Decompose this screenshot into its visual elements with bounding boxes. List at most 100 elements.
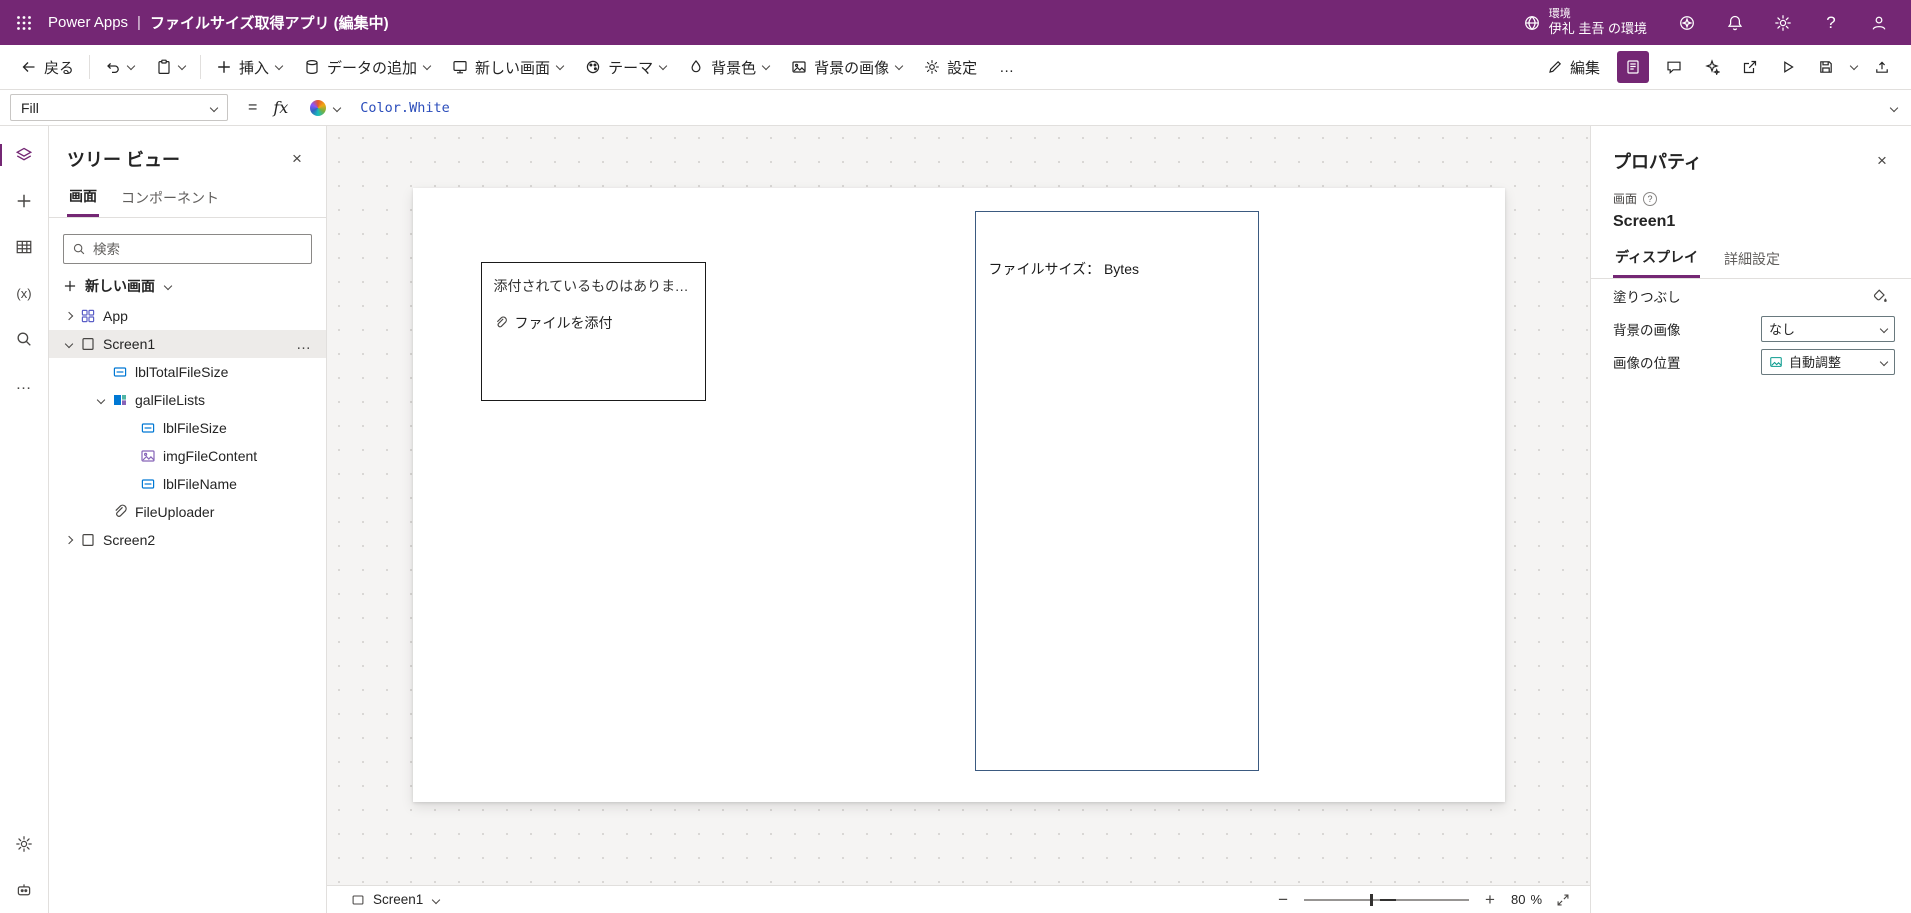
rail-search-button[interactable] [0,316,49,362]
variables-icon: (x) [16,285,32,301]
tree-new-screen-button[interactable]: 新しい画面 [63,276,312,296]
publish-icon [1876,61,1888,73]
save-button[interactable] [1807,49,1845,85]
properties-close-button[interactable]: × [1869,148,1895,174]
tree-item-imgfilecontent[interactable]: imgFileContent [49,442,326,470]
add-data-button[interactable]: データの追加 [293,49,441,85]
fullscreen-button[interactable] [1556,893,1570,907]
rail-tree-view-button[interactable] [0,132,49,178]
chevron-down-icon [1849,61,1859,71]
tab-components[interactable]: コンポーネント [119,186,221,217]
screen-selector-label: Screen1 [373,892,424,907]
background-image-select[interactable]: なし [1761,315,1895,342]
chevron-down-icon [432,895,441,904]
chevron-down-icon[interactable] [96,395,106,405]
paperclip-icon [115,504,127,517]
zoom-slider-handle[interactable] [1370,893,1374,906]
account-button[interactable] [1857,0,1901,45]
chevron-down-icon [1879,357,1889,366]
chevron-down-icon [163,281,173,291]
fill-color-button[interactable] [1865,283,1895,309]
plus-icon [64,280,76,292]
property-select[interactable]: Fill [10,94,228,121]
publish-button[interactable] [1863,49,1901,85]
theme-button[interactable]: テーマ [574,49,677,85]
insert-label: 挿入 [239,59,270,77]
insert-button[interactable]: 挿入 [205,49,293,85]
minus-icon: − [1278,889,1289,909]
environment-picker[interactable]: 環境 伊礼 圭吾 の環境 [1509,0,1661,45]
person-icon [1872,16,1886,30]
tree-item-label: imgFileContent [163,448,258,464]
rail-variables-button[interactable]: (x) [0,270,49,316]
attachment-empty-text: 添付されているものはありませ... [493,278,693,294]
pencil-icon [1549,60,1562,73]
edit-label: 編集 [1569,59,1600,77]
paste-button[interactable] [145,49,196,85]
tree-item-fileuploader[interactable]: FileUploader [49,498,326,526]
tree-search-input[interactable] [93,241,303,257]
design-canvas[interactable]: 添付されているものはありませ... ファイルを添付 ファイルサイズ： Bytes [327,126,1590,885]
attach-file-link[interactable]: ファイルを添付 [494,313,693,333]
tree-new-screen-label: 新しい画面 [85,278,155,294]
paint-drop-icon [691,60,701,73]
attachment-control[interactable]: 添付されているものはありませ... ファイルを添付 [480,262,706,401]
chevron-right-icon[interactable] [64,535,74,545]
zoom-slider[interactable] [1304,893,1470,906]
chevron-right-icon[interactable] [64,311,74,321]
copilot-panel-button[interactable] [1693,49,1731,85]
undo-button[interactable] [94,49,145,85]
back-button[interactable]: 戻る [10,49,85,85]
tree-item-lbltotalfilesize[interactable]: lblTotalFileSize [49,358,326,386]
separator [89,55,91,79]
color-swatch-icon [310,99,327,116]
settings-button[interactable] [1761,0,1805,45]
zoom-out-button[interactable]: − [1276,890,1290,910]
commandbar-overflow-button[interactable]: … [988,49,1025,85]
product-name: Power Apps [48,14,129,31]
tree-item-screen1[interactable]: Screen1 … [49,330,326,358]
field-label: 背景の画像 [1613,322,1681,338]
new-screen-button[interactable]: 新しい画面 [441,49,574,85]
object-type-label: 画面 [1613,192,1638,206]
tab-screens[interactable]: 画面 [67,186,99,217]
tree-item-more-button[interactable]: … [292,336,316,353]
copilot-button[interactable] [1665,0,1709,45]
share-button[interactable] [1731,49,1769,85]
tree-item-lblfilesize[interactable]: lblFileSize [49,414,326,442]
rail-agent-button[interactable] [0,867,49,913]
help-button[interactable]: ? [1809,0,1853,45]
background-color-button[interactable]: 背景色 [677,49,780,85]
screen-selector[interactable]: Screen1 [351,892,441,907]
tab-advanced[interactable]: 詳細設定 [1722,247,1782,278]
formula-color-dropdown[interactable] [304,97,346,119]
tree-item-app[interactable]: App [49,302,326,330]
tab-display[interactable]: ディスプレイ [1613,247,1701,278]
background-image-button[interactable]: 背景の画像 [780,49,913,85]
notifications-button[interactable] [1713,0,1757,45]
formula-input[interactable]: Color.White [360,100,1911,116]
rail-insert-button[interactable] [0,178,49,224]
chevron-down-icon[interactable] [64,339,74,349]
agent-icon [17,884,31,896]
gallery-control[interactable]: ファイルサイズ： Bytes [974,211,1259,771]
save-options-button[interactable] [1845,49,1863,85]
waffle-menu-button[interactable] [0,0,48,45]
environment-icon [1524,15,1539,30]
rail-settings-button[interactable] [0,821,49,867]
rail-more-button[interactable]: … [0,362,49,408]
app-settings-button[interactable]: 設定 [913,49,988,85]
comments-button[interactable] [1655,49,1693,85]
field-label: 画像の位置 [1613,355,1681,371]
edit-mode-button[interactable]: 編集 [1536,49,1611,85]
tree-item-screen2[interactable]: Screen2 [49,526,326,554]
canvas-artboard[interactable]: 添付されているものはありませ... ファイルを添付 ファイルサイズ： Bytes [412,188,1505,802]
app-checker-button[interactable] [1617,51,1649,83]
tree-item-galfilelists[interactable]: galFileLists [49,386,326,414]
tree-item-lblfilename[interactable]: lblFileName [49,470,326,498]
preview-button[interactable] [1769,49,1807,85]
image-position-select[interactable]: 自動調整 [1761,348,1895,375]
zoom-in-button[interactable]: + [1483,890,1497,910]
rail-data-button[interactable] [0,224,49,270]
tree-panel-close-button[interactable]: × [284,146,310,172]
